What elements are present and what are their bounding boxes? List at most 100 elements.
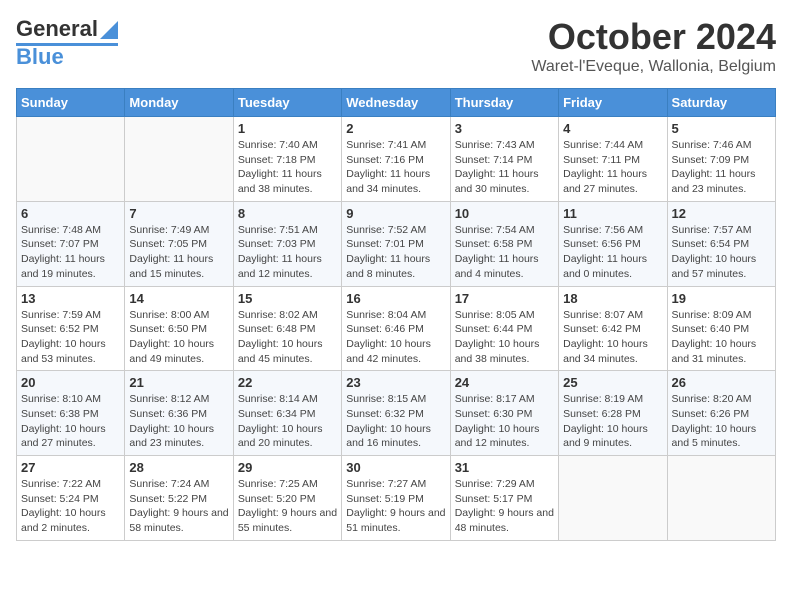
calendar-cell — [667, 456, 775, 541]
day-info: Sunrise: 7:24 AM Sunset: 5:22 PM Dayligh… — [129, 477, 228, 536]
day-info: Sunrise: 7:49 AM Sunset: 7:05 PM Dayligh… — [129, 223, 228, 282]
day-info: Sunrise: 8:07 AM Sunset: 6:42 PM Dayligh… — [563, 308, 662, 367]
day-number: 2 — [346, 121, 445, 136]
day-number: 15 — [238, 291, 337, 306]
day-info: Sunrise: 8:00 AM Sunset: 6:50 PM Dayligh… — [129, 308, 228, 367]
day-info: Sunrise: 7:59 AM Sunset: 6:52 PM Dayligh… — [21, 308, 120, 367]
calendar-cell: 29Sunrise: 7:25 AM Sunset: 5:20 PM Dayli… — [233, 456, 341, 541]
calendar-cell: 25 Sunrise: 8:19 AM Sunset: 6:28 PM Dayli… — [559, 371, 667, 456]
day-info: Sunrise: 8:04 AM Sunset: 6:46 PM Dayligh… — [346, 308, 445, 367]
calendar-cell: 28 Sunrise: 7:24 AM Sunset: 5:22 PM Dayli… — [125, 456, 233, 541]
day-info: Sunrise: 8:17 AM Sunset: 6:30 PM Dayligh… — [455, 392, 554, 451]
day-info: Sunrise: 7:29 AM Sunset: 5:17 PM Dayligh… — [455, 477, 554, 536]
calendar-cell: 19 Sunrise: 8:09 AM Sunset: 6:40 PM Dayli… — [667, 286, 775, 371]
week-row-2: 6 Sunrise: 7:48 AM Sunset: 7:07 PM Daylig… — [17, 201, 776, 286]
day-number: 19 — [672, 291, 771, 306]
weekday-header-friday: Friday — [559, 89, 667, 117]
day-info: Sunrise: 7:56 AM Sunset: 6:56 PM Dayligh… — [563, 223, 662, 282]
day-number: 5 — [672, 121, 771, 136]
day-number: 25 — [563, 375, 662, 390]
day-info: Sunrise: 7:22 AM Sunset: 5:24 PM Dayligh… — [21, 477, 120, 536]
weekday-header-row: SundayMondayTuesdayWednesdayThursdayFrid… — [17, 89, 776, 117]
logo-blue: Blue — [16, 44, 64, 70]
day-number: 13 — [21, 291, 120, 306]
calendar-cell: 2 Sunrise: 7:41 AM Sunset: 7:16 PM Daylig… — [342, 117, 450, 202]
weekday-header-saturday: Saturday — [667, 89, 775, 117]
logo-general: General — [16, 16, 98, 42]
calendar-cell — [17, 117, 125, 202]
day-info: Sunrise: 8:20 AM Sunset: 6:26 PM Dayligh… — [672, 392, 771, 451]
day-number: 8 — [238, 206, 337, 221]
day-number: 20 — [21, 375, 120, 390]
day-info: Sunrise: 8:19 AM Sunset: 6:28 PM Dayligh… — [563, 392, 662, 451]
calendar-cell: 12Sunrise: 7:57 AM Sunset: 6:54 PM Dayli… — [667, 201, 775, 286]
day-number: 10 — [455, 206, 554, 221]
day-number: 3 — [455, 121, 554, 136]
page-header: General Blue October 2024 Waret-l'Eveque… — [16, 16, 776, 76]
calendar-cell: 10 Sunrise: 7:54 AM Sunset: 6:58 PM Dayli… — [450, 201, 558, 286]
day-info: Sunrise: 7:46 AM Sunset: 7:09 PM Dayligh… — [672, 138, 771, 197]
calendar-table: SundayMondayTuesdayWednesdayThursdayFrid… — [16, 88, 776, 541]
calendar-cell: 7Sunrise: 7:49 AM Sunset: 7:05 PM Daylig… — [125, 201, 233, 286]
calendar-cell: 9 Sunrise: 7:52 AM Sunset: 7:01 PM Daylig… — [342, 201, 450, 286]
calendar-cell: 4Sunrise: 7:44 AM Sunset: 7:11 PM Daylig… — [559, 117, 667, 202]
day-info: Sunrise: 8:02 AM Sunset: 6:48 PM Dayligh… — [238, 308, 337, 367]
month-title: October 2024 — [531, 16, 776, 58]
calendar-cell: 1 Sunrise: 7:40 AM Sunset: 7:18 PM Daylig… — [233, 117, 341, 202]
weekday-header-monday: Monday — [125, 89, 233, 117]
calendar-cell: 21Sunrise: 8:12 AM Sunset: 6:36 PM Dayli… — [125, 371, 233, 456]
calendar-cell: 5 Sunrise: 7:46 AM Sunset: 7:09 PM Daylig… — [667, 117, 775, 202]
day-number: 4 — [563, 121, 662, 136]
week-row-5: 27 Sunrise: 7:22 AM Sunset: 5:24 PM Dayli… — [17, 456, 776, 541]
calendar-cell: 3Sunrise: 7:43 AM Sunset: 7:14 PM Daylig… — [450, 117, 558, 202]
day-number: 27 — [21, 460, 120, 475]
day-info: Sunrise: 7:27 AM Sunset: 5:19 PM Dayligh… — [346, 477, 445, 536]
calendar-cell: 8 Sunrise: 7:51 AM Sunset: 7:03 PM Daylig… — [233, 201, 341, 286]
day-number: 11 — [563, 206, 662, 221]
day-info: Sunrise: 7:54 AM Sunset: 6:58 PM Dayligh… — [455, 223, 554, 282]
calendar-cell: 14 Sunrise: 8:00 AM Sunset: 6:50 PM Dayli… — [125, 286, 233, 371]
day-number: 1 — [238, 121, 337, 136]
calendar-cell: 16Sunrise: 8:04 AM Sunset: 6:46 PM Dayli… — [342, 286, 450, 371]
day-number: 30 — [346, 460, 445, 475]
day-info: Sunrise: 7:51 AM Sunset: 7:03 PM Dayligh… — [238, 223, 337, 282]
calendar-cell: 27 Sunrise: 7:22 AM Sunset: 5:24 PM Dayli… — [17, 456, 125, 541]
day-number: 23 — [346, 375, 445, 390]
calendar-cell: 26Sunrise: 8:20 AM Sunset: 6:26 PM Dayli… — [667, 371, 775, 456]
day-info: Sunrise: 7:52 AM Sunset: 7:01 PM Dayligh… — [346, 223, 445, 282]
day-number: 9 — [346, 206, 445, 221]
calendar-cell — [559, 456, 667, 541]
day-number: 24 — [455, 375, 554, 390]
weekday-header-sunday: Sunday — [17, 89, 125, 117]
day-number: 18 — [563, 291, 662, 306]
day-info: Sunrise: 7:57 AM Sunset: 6:54 PM Dayligh… — [672, 223, 771, 282]
calendar-cell: 24 Sunrise: 8:17 AM Sunset: 6:30 PM Dayli… — [450, 371, 558, 456]
calendar-cell: 31 Sunrise: 7:29 AM Sunset: 5:17 PM Dayli… — [450, 456, 558, 541]
week-row-3: 13 Sunrise: 7:59 AM Sunset: 6:52 PM Dayli… — [17, 286, 776, 371]
calendar-cell: 17 Sunrise: 8:05 AM Sunset: 6:44 PM Dayli… — [450, 286, 558, 371]
day-number: 17 — [455, 291, 554, 306]
logo: General Blue — [16, 16, 118, 70]
day-number: 21 — [129, 375, 228, 390]
day-number: 22 — [238, 375, 337, 390]
day-info: Sunrise: 8:05 AM Sunset: 6:44 PM Dayligh… — [455, 308, 554, 367]
weekday-header-wednesday: Wednesday — [342, 89, 450, 117]
weekday-header-tuesday: Tuesday — [233, 89, 341, 117]
day-number: 28 — [129, 460, 228, 475]
day-info: Sunrise: 7:48 AM Sunset: 7:07 PM Dayligh… — [21, 223, 120, 282]
calendar-cell: 23 Sunrise: 8:15 AM Sunset: 6:32 PM Dayli… — [342, 371, 450, 456]
day-info: Sunrise: 8:09 AM Sunset: 6:40 PM Dayligh… — [672, 308, 771, 367]
calendar-cell: 15 Sunrise: 8:02 AM Sunset: 6:48 PM Dayli… — [233, 286, 341, 371]
logo-icon — [100, 17, 118, 39]
week-row-4: 20 Sunrise: 8:10 AM Sunset: 6:38 PM Dayli… — [17, 371, 776, 456]
calendar-cell: 6 Sunrise: 7:48 AM Sunset: 7:07 PM Daylig… — [17, 201, 125, 286]
day-info: Sunrise: 7:41 AM Sunset: 7:16 PM Dayligh… — [346, 138, 445, 197]
day-info: Sunrise: 8:14 AM Sunset: 6:34 PM Dayligh… — [238, 392, 337, 451]
day-number: 6 — [21, 206, 120, 221]
day-info: Sunrise: 8:10 AM Sunset: 6:38 PM Dayligh… — [21, 392, 120, 451]
day-info: Sunrise: 7:40 AM Sunset: 7:18 PM Dayligh… — [238, 138, 337, 197]
day-number: 31 — [455, 460, 554, 475]
day-info: Sunrise: 8:15 AM Sunset: 6:32 PM Dayligh… — [346, 392, 445, 451]
location-title: Waret-l'Eveque, Wallonia, Belgium — [531, 58, 776, 76]
day-number: 14 — [129, 291, 228, 306]
